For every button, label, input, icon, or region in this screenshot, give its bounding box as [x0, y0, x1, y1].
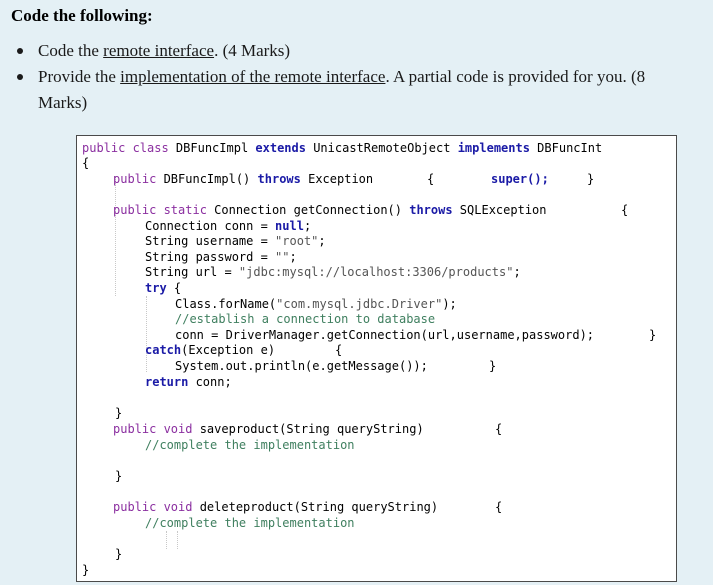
code-line-comment-complete-save: //complete the implementation — [145, 438, 355, 452]
code-line-constructor: public DBFuncImpl() throws Exception — [113, 172, 374, 186]
code-line-open-brace: { — [82, 156, 90, 170]
code-line-println: System.out.println(e.getMessage()); — [175, 359, 428, 373]
bullet-dot-icon — [17, 48, 23, 54]
code-line-return: return conn; — [145, 375, 232, 389]
bullet-prefix: Provide the — [38, 67, 121, 86]
bullet-prefix: Code the — [38, 41, 104, 60]
question-heading: Code the following: — [11, 6, 153, 25]
code-line-getconnection-signature: public static Connection getConnection()… — [113, 203, 547, 217]
bullet-suffix: . (4 Marks) — [214, 41, 291, 60]
indent-guide — [166, 531, 167, 549]
code-line-forname: Class.forName("com.mysql.jdbc.Driver"); — [175, 297, 457, 311]
implementation-link[interactable]: implementation of the remote interface — [120, 67, 385, 86]
code-constructor-close-brace: } — [587, 172, 595, 186]
code-line-comment-establish: //establish a connection to database — [175, 312, 436, 326]
code-line-password: String password = ""; — [145, 250, 297, 264]
remote-interface-link[interactable]: remote interface — [103, 41, 214, 60]
code-deleteproduct-open-brace: { — [495, 500, 503, 514]
code-line-username: String username = "root"; — [145, 234, 326, 248]
code-line-url: String url = "jdbc:mysql://localhost:330… — [145, 265, 521, 279]
code-line-try: try { — [145, 281, 182, 295]
bullet-item-implementation: Provide the implementation of the remote… — [0, 64, 678, 116]
code-class-close-brace: } — [82, 563, 90, 577]
code-line-saveproduct-signature: public void saveproduct(String queryStri… — [113, 422, 424, 436]
bullet-dot-icon — [17, 74, 23, 80]
code-saveproduct-close-brace: } — [115, 469, 123, 483]
indent-guide — [146, 296, 147, 372]
code-catch-close-brace: } — [489, 359, 497, 373]
code-line-deleteproduct-signature: public void deleteproduct(String querySt… — [113, 500, 439, 514]
code-catch-open-brace: { — [335, 343, 343, 357]
code-getconnection-close-brace: } — [115, 406, 123, 420]
code-line-catch: catch(Exception e) — [145, 343, 276, 357]
bullet-list: Code the remote interface. (4 Marks) Pro… — [0, 38, 713, 116]
code-snippet-image: public class DBFuncImpl extends UnicastR… — [76, 135, 677, 582]
code-line-connection-null: Connection conn = null; — [145, 219, 312, 233]
bullet-item-remote-interface: Code the remote interface. (4 Marks) — [0, 38, 678, 64]
code-line-getconnection-call: conn = DriverManager.getConnection(url,u… — [175, 328, 595, 342]
code-saveproduct-open-brace: { — [495, 422, 503, 436]
code-line-class-declaration: public class DBFuncImpl extends UnicastR… — [82, 141, 603, 155]
code-deleteproduct-close-brace: } — [115, 547, 123, 561]
indent-guide — [177, 531, 178, 549]
code-constructor-open-brace: { — [427, 172, 435, 186]
code-line-comment-complete-delete: //complete the implementation — [145, 516, 355, 530]
page: Code the following: Code the remote inte… — [0, 0, 713, 585]
code-super-call: super(); — [491, 172, 549, 186]
code-try-close-brace: } — [649, 328, 657, 342]
indent-guide — [115, 176, 116, 296]
code-getconnection-open-brace: { — [621, 203, 629, 217]
